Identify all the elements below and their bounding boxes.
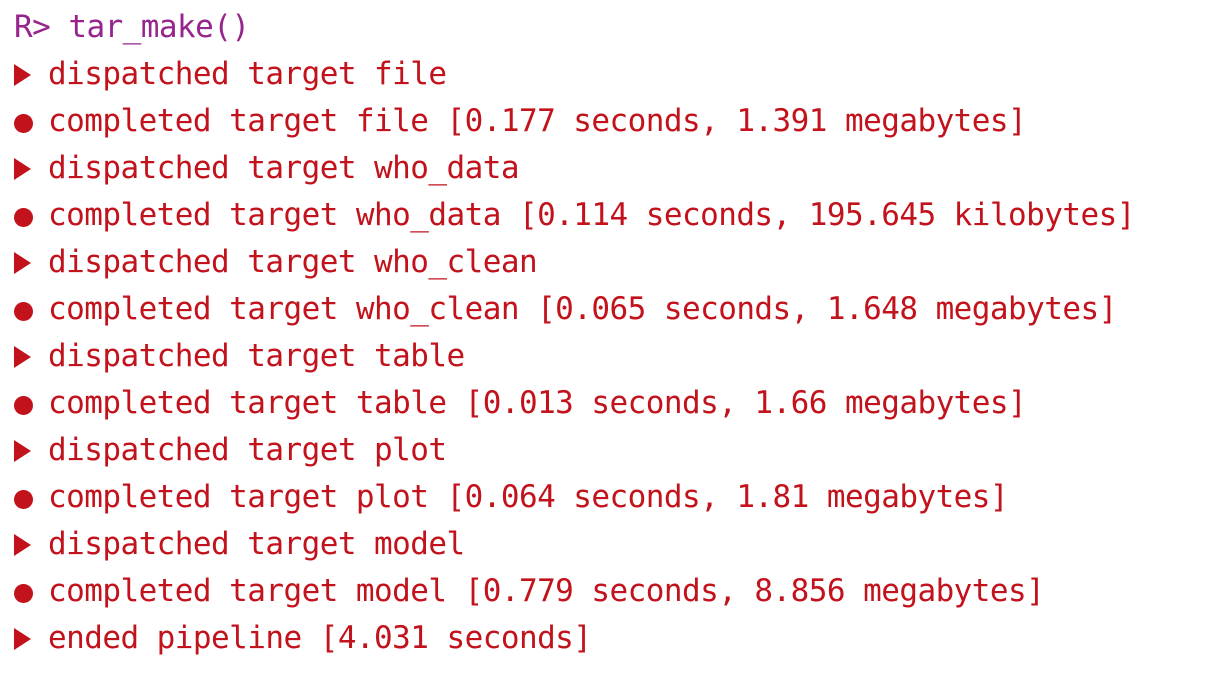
terminal-console[interactable]: R> tar_make() dispatched target file compl… (0, 0, 1216, 686)
circle-icon (14, 98, 48, 145)
circle-icon-glyph (14, 208, 33, 227)
console-output: R> tar_make() dispatched target file compl… (0, 4, 1216, 662)
console-line-text: completed target who_clean [0.065 second… (48, 291, 1117, 327)
console-line-text: completed target plot [0.064 seconds, 1.… (48, 479, 1009, 515)
circle-icon (14, 568, 48, 615)
console-message-line: dispatched target who_clean (0, 239, 1216, 286)
console-message-line: dispatched target file (0, 51, 1216, 98)
console-message-line: dispatched target model (0, 521, 1216, 568)
triangle-icon-glyph (14, 64, 31, 86)
triangle-icon (14, 145, 48, 192)
triangle-icon (14, 239, 48, 286)
console-prompt-line: R> tar_make() (0, 4, 1216, 51)
console-message-line: dispatched target who_data (0, 145, 1216, 192)
console-line-text: completed target who_data [0.114 seconds… (48, 197, 1135, 233)
triangle-icon (14, 521, 48, 568)
triangle-icon-glyph (14, 440, 31, 462)
console-message-line: completed target who_clean [0.065 second… (0, 286, 1216, 333)
circle-icon (14, 286, 48, 333)
circle-icon-glyph (14, 396, 33, 415)
console-message-line: ended pipeline [4.031 seconds] (0, 615, 1216, 662)
triangle-icon-glyph (14, 534, 31, 556)
console-line-text: dispatched target who_data (48, 150, 520, 186)
console-line-text: completed target table [0.013 seconds, 1… (48, 385, 1027, 421)
circle-icon (14, 192, 48, 239)
console-line-text: dispatched target model (48, 526, 465, 562)
circle-icon-glyph (14, 302, 33, 321)
circle-icon-glyph (14, 114, 33, 133)
triangle-icon (14, 51, 48, 98)
console-message-line: completed target plot [0.064 seconds, 1.… (0, 474, 1216, 521)
console-line-text: dispatched target plot (48, 432, 447, 468)
triangle-icon (14, 333, 48, 380)
console-message-line: dispatched target plot (0, 427, 1216, 474)
triangle-icon-glyph (14, 628, 31, 650)
console-line-text: completed target file [0.177 seconds, 1.… (48, 103, 1027, 139)
console-line-text: dispatched target table (48, 338, 465, 374)
console-message-line: completed target who_data [0.114 seconds… (0, 192, 1216, 239)
circle-icon (14, 474, 48, 521)
console-message-line: completed target file [0.177 seconds, 1.… (0, 98, 1216, 145)
console-message-line: completed target model [0.779 seconds, 8… (0, 568, 1216, 615)
console-line-text: ended pipeline [4.031 seconds] (48, 620, 592, 656)
console-message-line: completed target table [0.013 seconds, 1… (0, 380, 1216, 427)
console-line-text: completed target model [0.779 seconds, 8… (48, 573, 1045, 609)
console-message-line: dispatched target table (0, 333, 1216, 380)
triangle-icon (14, 427, 48, 474)
console-line-text: dispatched target file (48, 56, 447, 92)
circle-icon-glyph (14, 490, 33, 509)
triangle-icon (14, 615, 48, 662)
triangle-icon-glyph (14, 158, 31, 180)
triangle-icon-glyph (14, 346, 31, 368)
console-line-text: dispatched target who_clean (48, 244, 538, 280)
triangle-icon-glyph (14, 252, 31, 274)
circle-icon (14, 380, 48, 427)
circle-icon-glyph (14, 584, 33, 603)
console-line-text: R> tar_make() (14, 9, 250, 45)
